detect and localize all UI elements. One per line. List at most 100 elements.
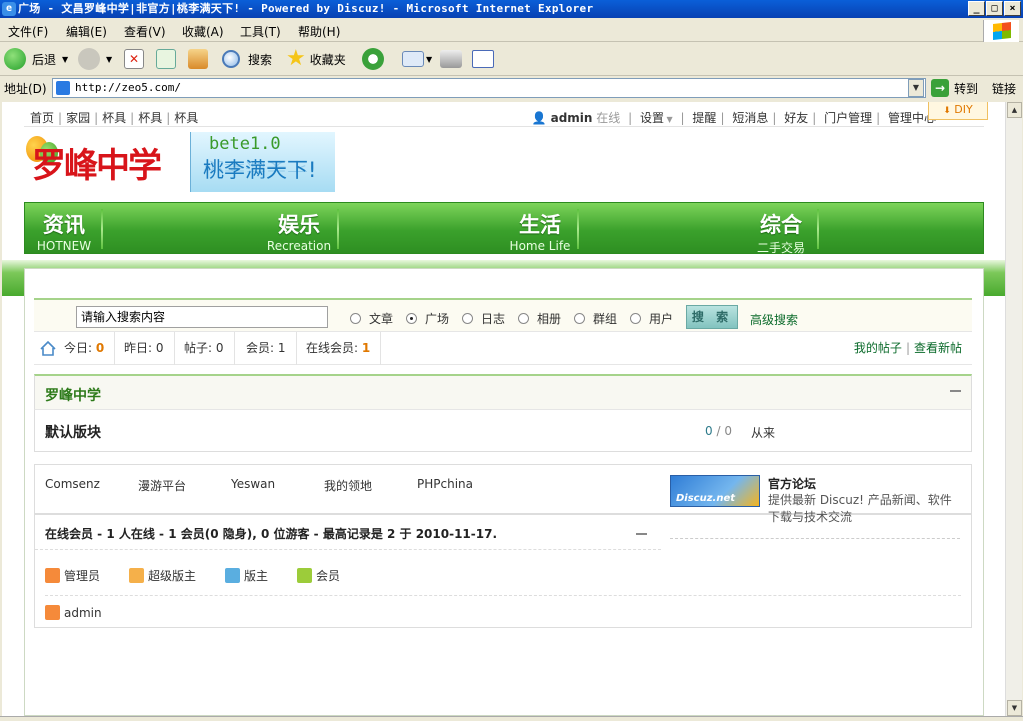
friend-link[interactable]: PHPchina: [417, 477, 473, 491]
banner-version: bete1.0: [209, 134, 281, 154]
scroll-down-button[interactable]: ▼: [1007, 700, 1022, 716]
nav-life[interactable]: 生活 Home Life: [505, 203, 575, 253]
stop-icon: ✕: [124, 49, 144, 69]
discuz-logo[interactable]: Discuz.net: [670, 475, 760, 507]
menu-edit[interactable]: 编辑(E): [66, 23, 107, 40]
close-button[interactable]: ×: [1004, 1, 1021, 16]
history-icon: [362, 48, 384, 70]
back-arrow-icon: [4, 48, 26, 70]
stat-yesterday: 昨日: 0: [124, 332, 175, 365]
stat-posts: 帖子: 0: [184, 332, 235, 365]
radio-album[interactable]: 相册: [518, 310, 561, 327]
radio-blog[interactable]: 日志: [462, 310, 505, 327]
nav-link-5[interactable]: 杯具: [174, 111, 198, 125]
group-mod: 版主: [225, 567, 268, 584]
pm-link[interactable]: 短消息: [732, 111, 768, 125]
print-button[interactable]: [440, 47, 462, 71]
collapse-icon[interactable]: [950, 390, 961, 392]
vertical-scrollbar[interactable]: ▲ ▼: [1005, 102, 1022, 716]
official-forum-title[interactable]: 官方论坛: [768, 475, 816, 492]
nav-space[interactable]: 家园: [66, 111, 90, 125]
diy-button[interactable]: ⬇ DIY: [928, 102, 988, 120]
banner-slogan-reflection: 桃李满天下!: [203, 159, 317, 174]
new-posts-link[interactable]: 查看新帖: [914, 341, 962, 355]
stop-button[interactable]: ✕: [124, 47, 144, 71]
radio-user[interactable]: 用户: [630, 310, 673, 327]
favorites-button[interactable]: ★ 收藏夹: [286, 47, 346, 71]
friend-link[interactable]: Comsenz: [45, 477, 100, 491]
username-link[interactable]: admin: [551, 111, 593, 125]
menu-bar: 文件(F) 编辑(E) 查看(V) 收藏(A) 工具(T) 帮助(H): [0, 20, 1023, 42]
address-label: 地址(D): [4, 82, 47, 96]
history-button[interactable]: [362, 47, 384, 71]
maximize-button[interactable]: □: [986, 1, 1003, 16]
user-icon: 👤: [531, 111, 547, 125]
menu-favorites[interactable]: 收藏(A): [182, 23, 224, 40]
windows-logo: [983, 20, 1019, 42]
collapse-icon[interactable]: [636, 533, 647, 535]
address-bar: 地址(D) http://zeo5.com/ ▼ → 转到 链接: [0, 76, 1023, 100]
address-input[interactable]: http://zeo5.com/: [52, 78, 926, 98]
friend-link[interactable]: 漫游平台: [138, 477, 186, 494]
go-arrow-icon[interactable]: →: [931, 79, 949, 97]
portal-admin-link[interactable]: 门户管理: [824, 111, 872, 125]
home-icon[interactable]: [40, 341, 56, 356]
nav-home[interactable]: 首页: [30, 111, 54, 125]
home-button[interactable]: [188, 47, 208, 71]
friend-link[interactable]: Yeswan: [231, 477, 275, 491]
admin-user-icon: [45, 605, 60, 620]
search-input[interactable]: 请输入搜索内容: [76, 306, 328, 328]
back-button[interactable]: 后退 ▼: [4, 47, 68, 71]
radio-group[interactable]: 群组: [574, 310, 617, 327]
advanced-search-link[interactable]: 高级搜索: [750, 311, 798, 328]
search-button[interactable]: 搜 索: [686, 305, 738, 329]
links-button[interactable]: 链接: [992, 80, 1016, 97]
top-nav: 首页 | 家园 | 杯具 | 杯具 | 杯具 👤 admin 在线 | 设置 ▼ | 提醒 | 短…: [24, 105, 984, 127]
settings-menu[interactable]: 设置: [640, 111, 664, 125]
nav-link-4[interactable]: 杯具: [138, 111, 162, 125]
notices-link[interactable]: 提醒: [692, 111, 716, 125]
radio-article[interactable]: 文章: [350, 310, 393, 327]
super-mod-icon: [129, 568, 144, 583]
forward-button[interactable]: ▼: [78, 47, 112, 71]
stat-online[interactable]: 在线会员: 1: [306, 332, 382, 365]
nav-news[interactable]: 资讯 HOTNEW: [33, 203, 95, 253]
go-button[interactable]: 转到: [954, 80, 978, 97]
logo-banner: bete1.0 桃李满天下! 桃李满天下!: [190, 132, 335, 192]
magnifier-icon: [222, 50, 240, 68]
stat-members: 会员: 1: [246, 332, 297, 365]
refresh-button[interactable]: [156, 47, 176, 71]
main-nav: 资讯 HOTNEW 娱乐 Recreation 生活 Home Life 综合 二手交易: [24, 202, 984, 255]
nav-recreation[interactable]: 娱乐 Recreation: [261, 203, 337, 253]
mod-icon: [225, 568, 240, 583]
category-title[interactable]: 罗峰中学: [45, 385, 101, 405]
official-forum-desc: 提供最新 Discuz! 产品新闻、软件下载与技术交流: [768, 493, 952, 524]
favorites-label: 收藏夹: [309, 52, 346, 67]
site-logo[interactable]: 罗峰中学 bete1.0 桃李满天下! 桃李满天下!: [24, 132, 336, 192]
forum-row: 默认版块 0 / 0 从来: [34, 410, 972, 452]
menu-view[interactable]: 查看(V): [124, 23, 166, 40]
minimize-button[interactable]: _: [968, 1, 985, 16]
menu-help[interactable]: 帮助(H): [298, 23, 340, 40]
friends-link[interactable]: 好友: [784, 111, 808, 125]
friend-link[interactable]: 我的领地: [324, 477, 372, 494]
group-super-mod: 超级版主: [129, 567, 196, 584]
stat-today: 今日: 0: [64, 332, 116, 365]
search-button[interactable]: 搜索: [222, 47, 272, 71]
mail-button[interactable]: ▼: [402, 47, 432, 71]
menu-tools[interactable]: 工具(T): [240, 23, 281, 40]
address-dropdown-button[interactable]: ▼: [908, 79, 924, 97]
menu-file[interactable]: 文件(F): [8, 23, 48, 40]
nav-general[interactable]: 综合 二手交易: [749, 203, 813, 255]
my-posts-link[interactable]: 我的帖子: [854, 341, 902, 355]
online-user[interactable]: admin: [45, 605, 102, 620]
toolbar: 后退 ▼ ▼ ✕ 搜索 ★ 收藏夹 ▼: [0, 43, 1023, 76]
status-bar: [0, 716, 1023, 721]
online-header: 在线会员 - 1 人在线 - 1 会员(0 隐身), 0 位游客 - 最高记录是…: [45, 527, 498, 541]
nav-link-3[interactable]: 杯具: [102, 111, 126, 125]
edit-button[interactable]: [472, 47, 494, 71]
scroll-up-button[interactable]: ▲: [1007, 102, 1022, 118]
board-title[interactable]: 默认版块: [45, 422, 101, 442]
search-label: 搜索: [248, 52, 273, 67]
radio-plaza[interactable]: 广场: [406, 310, 449, 327]
